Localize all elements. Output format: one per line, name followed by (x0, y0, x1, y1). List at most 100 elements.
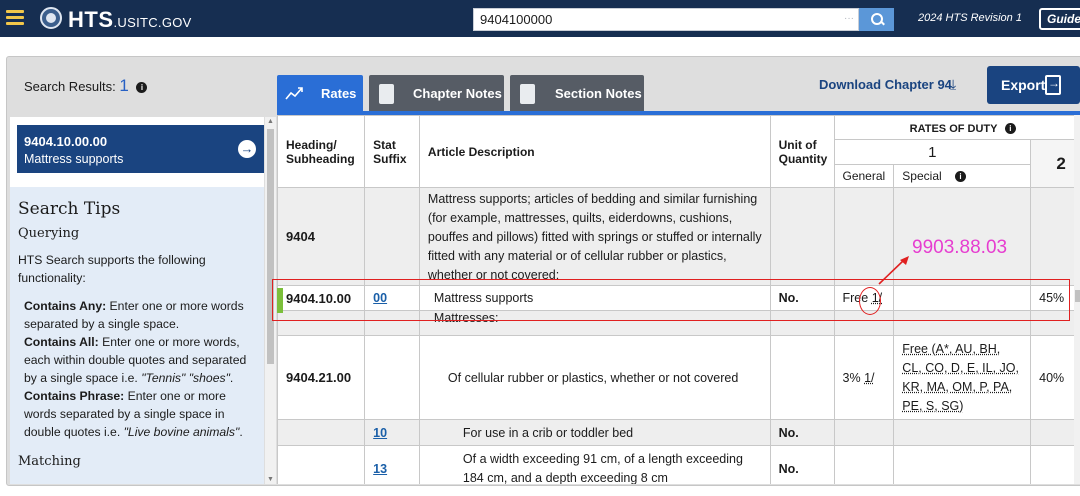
stat-suffix-link[interactable]: 13 (373, 462, 387, 476)
table-scroll-thumb[interactable] (1075, 290, 1080, 302)
stat-suffix-link[interactable]: 10 (373, 426, 387, 440)
table-scrollbar[interactable] (1074, 115, 1080, 484)
col-header-column-1: 1 (833, 139, 1032, 165)
tab-section-notes[interactable]: Section Notes (510, 75, 644, 112)
heading-cell: 9404 (277, 187, 366, 286)
col-header-unit-of-quantity: Unit of Quantity (769, 115, 835, 188)
chart-trend-icon (285, 87, 303, 100)
matching-heading: Matching (18, 454, 81, 469)
description-cell: Of a width exceeding 91 cm, of a length … (418, 445, 771, 484)
unit-cell: No. (769, 419, 835, 446)
annotation-circle (859, 287, 881, 315)
scroll-down-icon[interactable]: ▼ (267, 476, 274, 483)
search-result-item[interactable]: 9404.10.00.00 Mattress supports → (17, 125, 264, 173)
col-header-column-2: 2 (1030, 139, 1080, 188)
info-icon[interactable]: i (955, 171, 966, 182)
tab-rates-label: Rates (321, 86, 357, 101)
annotation-arrow (878, 256, 909, 285)
column2-cell (1030, 187, 1080, 286)
search-tips: Search Tips Querying HTS Search supports… (10, 187, 264, 484)
usitc-seal-logo (40, 7, 62, 29)
sidebar: 9404.10.00.00 Mattress supports → Search… (10, 117, 264, 484)
brand-domain: .USITC.GOV (113, 15, 192, 30)
querying-heading: Querying (18, 226, 80, 241)
column2-cell: 40% (1030, 335, 1080, 420)
col-header-general: General (833, 164, 895, 188)
scroll-up-icon[interactable]: ▲ (267, 118, 274, 125)
general-cell: 3% 1/ (833, 335, 895, 420)
result-description: Mattress supports (24, 152, 124, 166)
search-input-value: 9404100000 (480, 12, 553, 27)
general-rate: 3% (842, 370, 861, 385)
export-button[interactable]: Export (987, 66, 1080, 104)
general-cell (833, 419, 895, 446)
special-cell[interactable]: Free (A*, AU, BH, CL, CO, D, E, IL, JO, … (893, 335, 1032, 420)
download-chapter-link[interactable]: Download Chapter 94 (819, 77, 952, 92)
unit-cell (769, 335, 835, 420)
special-label: Special (902, 169, 942, 183)
table-row: 10 For use in a crib or toddler bed No. (277, 419, 1080, 446)
input-options-icon: ··· (844, 13, 854, 24)
special-cell (893, 419, 1032, 446)
result-number: 9404.10.00.00 (24, 134, 108, 149)
stat-cell (364, 335, 420, 420)
annotation-label: 9903.88.03 (912, 237, 1008, 258)
description-cell: Of cellular rubber or plastics, whether … (418, 335, 771, 420)
hts-revision-label: 2024 HTS Revision 1 (918, 12, 1022, 24)
tip-tail: . (239, 425, 243, 439)
col-header-heading: Heading/ Subheading (277, 115, 366, 188)
heading-cell (277, 445, 366, 484)
tip-contains-any: Contains Any: Enter one or more words se… (24, 297, 256, 333)
info-icon[interactable]: i (136, 82, 148, 93)
menu-icon[interactable] (6, 10, 24, 25)
tip-term: Contains All: (24, 335, 99, 349)
table-row: 13 Of a width exceeding 91 cm, of a leng… (277, 445, 1080, 484)
tab-chapter-notes-label: Chapter Notes (413, 86, 502, 101)
description-cell: Mattress supports; articles of bedding a… (418, 187, 771, 286)
column2-cell (1030, 419, 1080, 446)
tip-term: Contains Phrase: (24, 389, 125, 403)
stat-cell: 10 (364, 419, 420, 446)
tip-contains-all: Contains All: Enter one or more words, e… (24, 333, 256, 387)
tab-rates[interactable]: Rates (277, 75, 363, 112)
col-header-rates-of-duty: RATES OF DUTY i (833, 115, 1080, 140)
search-input[interactable]: 9404100000 ··· (473, 8, 859, 31)
search-results-label: Search Results: (24, 79, 116, 94)
tab-chapter-notes[interactable]: Chapter Notes (369, 75, 504, 112)
unit-cell: No. (769, 445, 835, 484)
top-navigation-bar: HTS.USITC.GOV 9404100000 ··· 2024 HTS Rev… (0, 0, 1080, 37)
info-icon[interactable]: i (1004, 122, 1016, 134)
search-results-number: 1 (119, 76, 129, 95)
brand-name: HTS (68, 7, 114, 32)
search-results-count: Search Results: 1 i (24, 76, 148, 96)
column2-cell (1030, 445, 1080, 484)
footnote-link[interactable]: 1/ (864, 371, 874, 385)
tip-example: "Tennis" "shoes" (141, 371, 230, 385)
site-brand[interactable]: HTS.USITC.GOV (68, 7, 192, 33)
guide-button[interactable]: Guide (1039, 8, 1080, 30)
col-header-stat-suffix: Stat Suffix (364, 115, 420, 188)
export-button-label: Export (1001, 77, 1046, 93)
search-tips-list: Contains Any: Enter one or more words se… (24, 297, 256, 441)
annotation-highlight-box (272, 279, 1070, 321)
rates-of-duty-label: RATES OF DUTY (909, 122, 998, 135)
tip-tail: . (229, 371, 234, 385)
table-row: 9404.21.00 Of cellular rubber or plastic… (277, 335, 1080, 420)
heading-cell: 9404.21.00 (277, 335, 366, 420)
search-tips-intro: HTS Search supports the following functi… (18, 253, 206, 285)
arrow-right-icon[interactable]: → (238, 140, 256, 158)
download-icon[interactable]: ⤓ (950, 76, 956, 93)
col-header-article-description: Article Description (418, 115, 771, 188)
description-cell: For use in a crib or toddler bed (418, 419, 771, 446)
tip-contains-phrase: Contains Phrase: Enter one or more words… (24, 387, 256, 441)
general-cell (833, 445, 895, 484)
sidebar-scroll-thumb[interactable] (267, 129, 274, 364)
search-button[interactable] (859, 8, 894, 31)
stat-cell: 13 (364, 445, 420, 484)
special-cell (893, 445, 1032, 484)
col-header-special: Special i (893, 164, 1032, 188)
tab-section-notes-label: Section Notes (555, 86, 642, 101)
document-icon (520, 84, 535, 104)
document-icon (379, 84, 394, 104)
stat-cell (364, 187, 420, 286)
